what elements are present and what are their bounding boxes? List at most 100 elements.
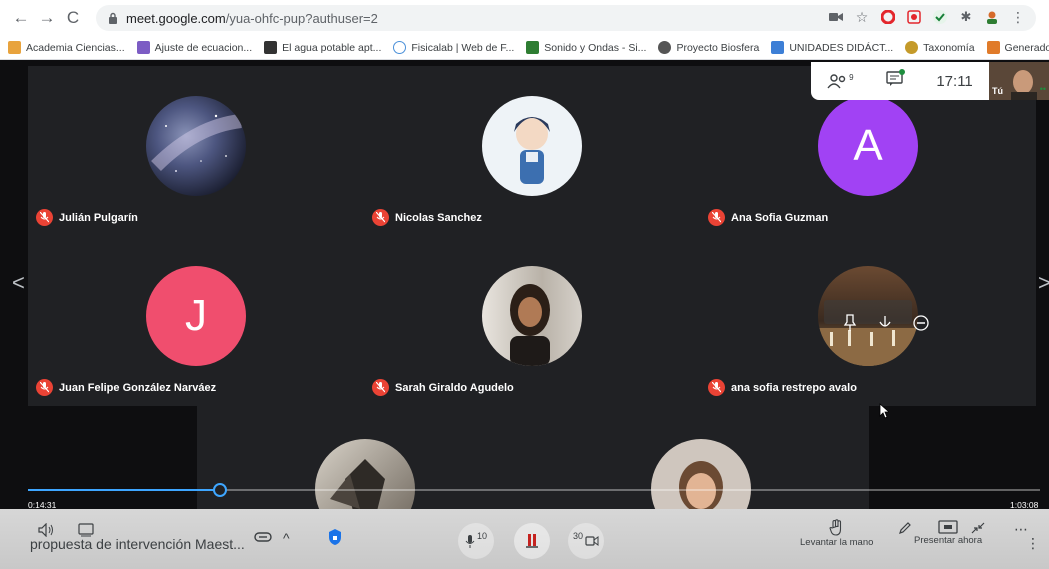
url-path: /yua-ohfc-pup?authuser=2 [225,10,378,26]
rewind-button[interactable]: 10 [458,523,494,559]
participant-tile[interactable]: Sarah Giraldo Agudelo [364,236,700,406]
participants-count: 9 [849,73,854,82]
video-progress-fill [28,489,221,491]
participant-name-tag: Juan Felipe González Narváez [36,379,216,396]
vertical-dots-icon[interactable]: ⋮ [1026,535,1040,552]
bookmark-icon [771,41,785,54]
participant-tile[interactable]: ana sofia restrepo avalo [700,236,1036,406]
bookmark-item[interactable]: Sonido y Ondas - Si... [526,41,646,54]
pin-icon[interactable] [842,314,858,332]
edit-button[interactable] [898,521,912,535]
video-title: propuesta de intervención Maest... [30,536,245,552]
screen: ← → C meet.google.com/yua-ohfc-pup?authu… [0,0,1049,569]
bookmark-item[interactable]: Fisicalab | Web de F... [393,41,514,54]
attachment-button[interactable] [254,531,272,543]
profile-icon[interactable] [984,9,1000,25]
previous-page-icon[interactable]: < [12,270,25,296]
participants-button[interactable]: 9 [827,73,854,89]
mic-off-icon [372,379,389,396]
more-options-icon[interactable]: •• [1040,84,1046,94]
bookmark-item[interactable]: Academia Ciencias... [8,41,125,54]
galaxy-image [151,114,242,172]
chevron-up-icon[interactable]: ^ [283,530,290,546]
puzzle-icon[interactable]: ✱ [958,9,974,25]
present-icon [938,520,958,534]
mic-off-icon [36,379,53,396]
star-icon[interactable]: ☆ [854,9,870,25]
bookmark-item[interactable]: Generador de Cruci... [986,41,1049,54]
participant-name-tag: ana sofia restrepo avalo [708,379,857,396]
raise-hand-button[interactable]: Levantar la mano [800,519,873,548]
bookmark-label: Academia Ciencias... [26,41,125,54]
participant-tile[interactable]: J Juan Felipe González Narváez [28,236,364,406]
bookmark-label: Proyecto Biosfera [676,41,760,54]
address-bar[interactable]: meet.google.com/yua-ohfc-pup?authuser=2 … [96,5,1036,31]
mic-off-icon [372,209,389,226]
attachment-icon [254,532,272,542]
menu-dots-icon[interactable]: ⋮ [1010,9,1026,25]
self-view-tile[interactable]: Tú •• [989,62,1049,100]
browser-toolbar: ← → C meet.google.com/yua-ohfc-pup?authu… [0,0,1049,36]
pause-button[interactable] [514,523,550,559]
reload-icon[interactable]: C [60,5,86,31]
participant-name: Nicolas Sanchez [395,211,482,224]
new-message-badge [898,68,905,75]
avatar: A [818,96,918,196]
anime-character-image [514,117,550,184]
exit-fullscreen-button[interactable] [970,521,986,535]
participant-tile[interactable]: Nicolas Sanchez [364,66,700,236]
participant-name-tag: Ana Sofia Guzman [708,209,828,226]
hand-icon [829,519,841,536]
captions-button[interactable] [78,523,94,537]
avatar [482,266,582,366]
shield-icon [329,529,341,545]
camera-off-icon [585,536,599,546]
avatar: J [146,266,246,366]
participant-grid: Julián Pulgarín Nicolas Sanchez A Ana So… [28,66,1036,406]
bookmark-item[interactable]: Ajuste de ecuacion... [136,41,252,54]
back-icon[interactable]: ← [8,5,34,31]
mic-off-icon [708,379,725,396]
opera-icon[interactable] [880,9,896,25]
bookmark-label: Fisicalab | Web de F... [411,41,515,54]
bookmark-label: Generador de Cruci... [1004,41,1049,54]
bookmark-item[interactable]: Taxonomía [905,41,975,54]
avatar-initial: J [185,291,207,340]
shield-button[interactable] [328,528,342,546]
bookmark-icon [986,41,1000,54]
remove-icon[interactable] [912,314,930,332]
meeting-clock: 17:11 [936,72,973,90]
participant-name: Julián Pulgarín [59,211,138,224]
participant-photo [510,284,550,366]
volume-button[interactable] [38,523,56,537]
bookmark-icon [8,41,21,54]
pause-icon [526,534,538,548]
check-icon[interactable] [932,9,948,25]
rewind-seconds: 10 [476,531,487,541]
next-page-icon[interactable]: > [1038,270,1049,296]
video-progress-bar[interactable] [28,483,1040,497]
forward-button[interactable]: 30 [568,523,604,559]
chat-button[interactable] [886,68,905,92]
bookmark-label: Taxonomía [923,41,975,54]
record-icon[interactable] [906,9,922,25]
avatar-initial: A [853,121,883,170]
mute-participant-icon[interactable] [876,314,894,332]
bookmark-item[interactable]: UNIDADES DIDÁCT... [771,41,893,54]
avatar [146,96,246,196]
participant-name: Ana Sofia Guzman [731,211,829,224]
self-label: Tú [992,86,1003,96]
bookmark-icon [264,41,278,54]
bookmark-item[interactable]: Proyecto Biosfera [658,41,759,54]
bookmark-label: UNIDADES DIDÁCT... [789,41,894,54]
participant-tile[interactable]: Julián Pulgarín [28,66,364,236]
meeting-info-box: 9 17:11 [811,62,989,100]
bookmark-item[interactable]: El agua potable apt... [264,41,381,54]
mic-off-icon [36,209,53,226]
bookmark-icon [526,41,540,54]
forward-icon[interactable]: → [34,5,60,31]
forward-seconds: 30 [572,531,583,541]
participant-name-tag: Sarah Giraldo Agudelo [372,379,514,396]
camera-icon[interactable] [828,9,844,25]
participant-name: ana sofia restrepo avalo [731,381,857,394]
